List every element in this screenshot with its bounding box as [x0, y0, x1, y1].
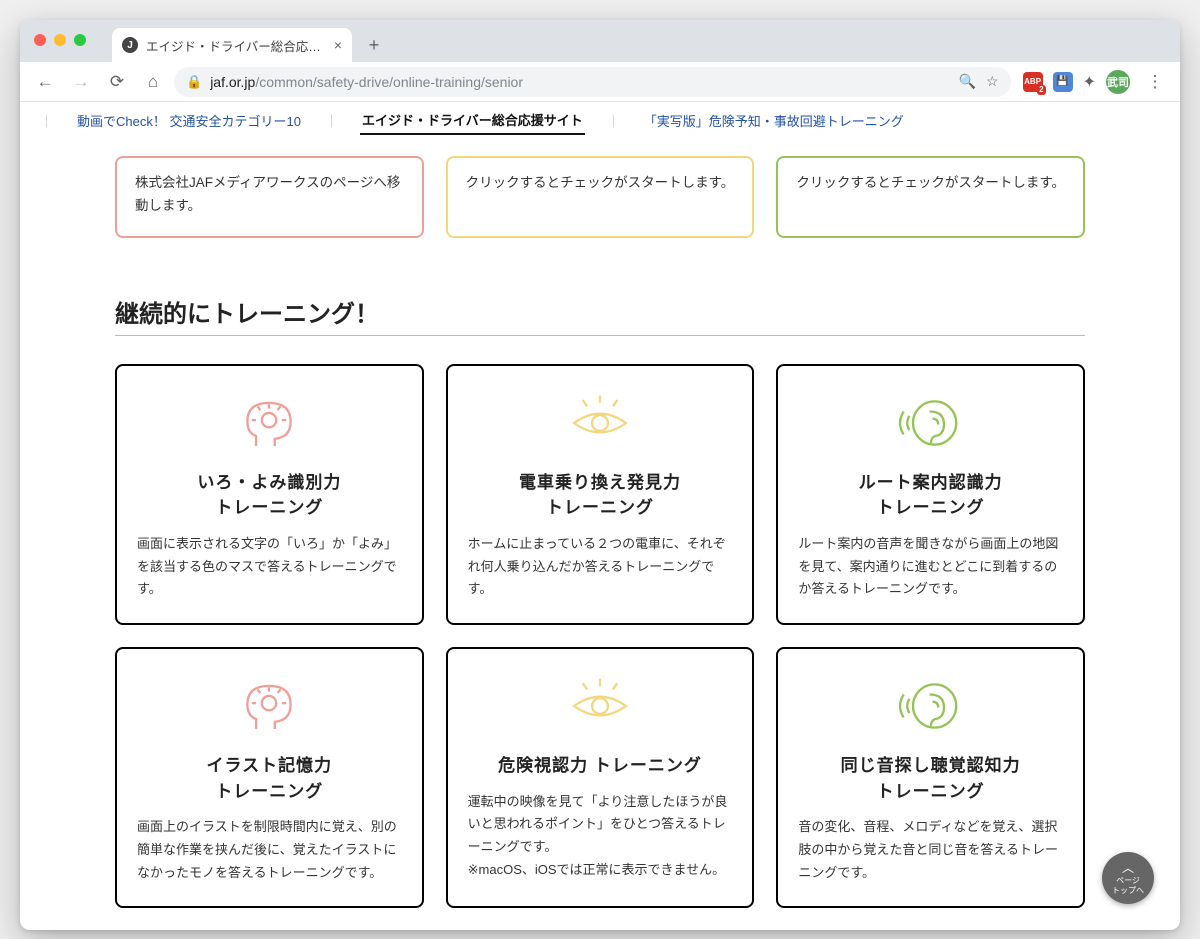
- minimize-window-button[interactable]: [54, 34, 66, 46]
- stub-card-yellow[interactable]: クリックするとチェックがスタートします。: [446, 156, 755, 238]
- omnibox-right: 🔍 ☆: [959, 73, 999, 90]
- subnav-divider: ｜: [325, 111, 338, 130]
- forward-button[interactable]: →: [66, 67, 96, 97]
- stub-card-red[interactable]: 株式会社JAFメディアワークスのページへ移動します。: [115, 156, 424, 238]
- bookmark-icon[interactable]: ☆: [986, 73, 999, 90]
- titlebar: J エイジド・ドライバー総合応援サ × +: [20, 20, 1180, 62]
- url-path: /common/safety-drive/online-training/sen…: [255, 74, 523, 90]
- page-viewport: 株式会社JAFメディアワークスのページへ移動します。 クリックするとチェックがス…: [20, 140, 1180, 930]
- stub-card-green[interactable]: クリックするとチェックがスタートします。: [776, 156, 1085, 238]
- browser-window: J エイジド・ドライバー総合応援サ × + ← → ⟳ ⌂ 🔒 jaf.or.j…: [20, 20, 1180, 930]
- training-row-1: いろ・よみ識別力 トレーニング 画面に表示される文字の「いろ」か「よみ」を該当す…: [115, 364, 1085, 625]
- subnav-link-1[interactable]: エイジド・ドライバー総合応援サイト: [360, 106, 585, 135]
- card-title: 危険視認力 トレーニング: [498, 753, 702, 779]
- card-title: イラスト記憶力 トレーニング: [206, 753, 332, 804]
- extensions-menu-icon[interactable]: ✦: [1083, 72, 1096, 92]
- save-extension-icon[interactable]: 💾: [1053, 72, 1073, 92]
- card-desc: 運転中の映像を見て「より注意したほうが良いと思われるポイント」をひとつ答えるトレ…: [468, 791, 733, 882]
- card-desc: 画面に表示される文字の「いろ」か「よみ」を該当する色のマスで答えるトレーニングで…: [137, 533, 402, 601]
- lock-icon: 🔒: [186, 74, 202, 90]
- training-card-train-transfer[interactable]: 電車乗り換え発見力 トレーニング ホームに止まっている２つの電車に、それぞれ何人…: [446, 364, 755, 625]
- card-desc: 音の変化、音程、メロディなどを覚え、選択肢の中から覚えた音と同じ音を答えるトレー…: [798, 816, 1063, 884]
- card-desc: ルート案内の音声を聞きながら画面上の地図を見て、案内通りに進むとどこに到着するの…: [798, 533, 1063, 601]
- close-window-button[interactable]: [34, 34, 46, 46]
- training-card-route-guidance[interactable]: ルート案内認識力 トレーニング ルート案内の音声を聞きながら画面上の地図を見て、…: [776, 364, 1085, 625]
- stub-text: クリックするとチェックがスタートします。: [796, 172, 1065, 195]
- section-heading: 継続的にトレーニング！: [115, 294, 1085, 329]
- page-subnav: ｜ 動画でCheck！ 交通安全カテゴリー10 ｜ エイジド・ドライバー総合応援…: [20, 102, 1180, 140]
- toolbar: ← → ⟳ ⌂ 🔒 jaf.or.jp/common/safety-drive/…: [20, 62, 1180, 102]
- stub-text: クリックするとチェックがスタートします。: [466, 172, 735, 195]
- favicon-icon: J: [122, 37, 138, 53]
- subnav-divider: ｜: [40, 111, 53, 130]
- brain-lightbulb-icon: [233, 384, 305, 462]
- training-row-2: イラスト記憶力 トレーニング 画面上のイラストを制限時間内に覚え、別の簡単な作業…: [115, 647, 1085, 908]
- subnav-divider: ｜: [607, 111, 620, 130]
- tab-title: エイジド・ドライバー総合応援サ: [146, 36, 326, 55]
- new-tab-button[interactable]: +: [360, 31, 388, 59]
- window-controls: [34, 34, 86, 46]
- home-button[interactable]: ⌂: [138, 67, 168, 97]
- top-stub-row: 株式会社JAFメディアワークスのページへ移動します。 クリックするとチェックがス…: [115, 156, 1085, 238]
- adblock-extension-icon[interactable]: ABP: [1023, 72, 1043, 92]
- training-card-hazard-visual[interactable]: 危険視認力 トレーニング 運転中の映像を見て「より注意したほうが良いと思われるポ…: [446, 647, 755, 908]
- training-card-same-sound[interactable]: 同じ音探し聴覚認知力 トレーニング 音の変化、音程、メロディなどを覚え、選択肢の…: [776, 647, 1085, 908]
- training-card-illust-memory[interactable]: イラスト記憶力 トレーニング 画面上のイラストを制限時間内に覚え、別の簡単な作業…: [115, 647, 424, 908]
- browser-tab[interactable]: J エイジド・ドライバー総合応援サ ×: [112, 28, 352, 62]
- brain-lightbulb-icon: [233, 667, 305, 745]
- browser-menu-icon[interactable]: ⋮: [1140, 67, 1170, 97]
- eye-icon: [564, 384, 636, 462]
- maximize-window-button[interactable]: [74, 34, 86, 46]
- reload-button[interactable]: ⟳: [102, 67, 132, 97]
- subnav-link-0[interactable]: 動画でCheck！ 交通安全カテゴリー10: [75, 107, 303, 134]
- page-top-label-2: トップへ: [1112, 886, 1144, 896]
- card-desc: 画面上のイラストを制限時間内に覚え、別の簡単な作業を挟んだ後に、覚えたイラストに…: [137, 816, 402, 884]
- page-top-label-1: ページ: [1116, 876, 1140, 886]
- search-icon[interactable]: 🔍: [959, 73, 976, 90]
- stub-text: 株式会社JAFメディアワークスのページへ移動します。: [135, 172, 404, 218]
- eye-icon: [564, 667, 636, 745]
- card-title: 同じ音探し聴覚認知力 トレーニング: [841, 753, 1021, 804]
- page-top-button[interactable]: ︿ ページ トップへ: [1102, 852, 1154, 904]
- profile-avatar[interactable]: 武司: [1106, 70, 1130, 94]
- training-card-iro-yomi[interactable]: いろ・よみ識別力 トレーニング 画面に表示される文字の「いろ」か「よみ」を該当す…: [115, 364, 424, 625]
- section-underline: [115, 335, 1085, 336]
- ear-icon: [895, 667, 967, 745]
- page-content: 株式会社JAFメディアワークスのページへ移動します。 クリックするとチェックがス…: [115, 140, 1085, 930]
- card-title: ルート案内認識力 トレーニング: [859, 470, 1003, 521]
- url-text: jaf.or.jp/common/safety-drive/online-tra…: [210, 74, 523, 90]
- url-host: jaf.or.jp: [210, 74, 255, 90]
- card-desc: ホームに止まっている２つの電車に、それぞれ何人乗り込んだか答えるトレーニングです…: [468, 533, 733, 601]
- subnav-link-2[interactable]: 「実写版」危険予知・事故回避トレーニング: [642, 107, 906, 134]
- address-bar[interactable]: 🔒 jaf.or.jp/common/safety-drive/online-t…: [174, 67, 1011, 97]
- back-button[interactable]: ←: [30, 67, 60, 97]
- card-title: いろ・よみ識別力 トレーニング: [197, 470, 341, 521]
- tab-close-icon[interactable]: ×: [334, 37, 342, 53]
- ear-icon: [895, 384, 967, 462]
- extension-icons: ABP 💾 ✦ 武司 ⋮: [1023, 67, 1170, 97]
- chevron-up-icon: ︿: [1122, 861, 1134, 875]
- card-title: 電車乗り換え発見力 トレーニング: [519, 470, 681, 521]
